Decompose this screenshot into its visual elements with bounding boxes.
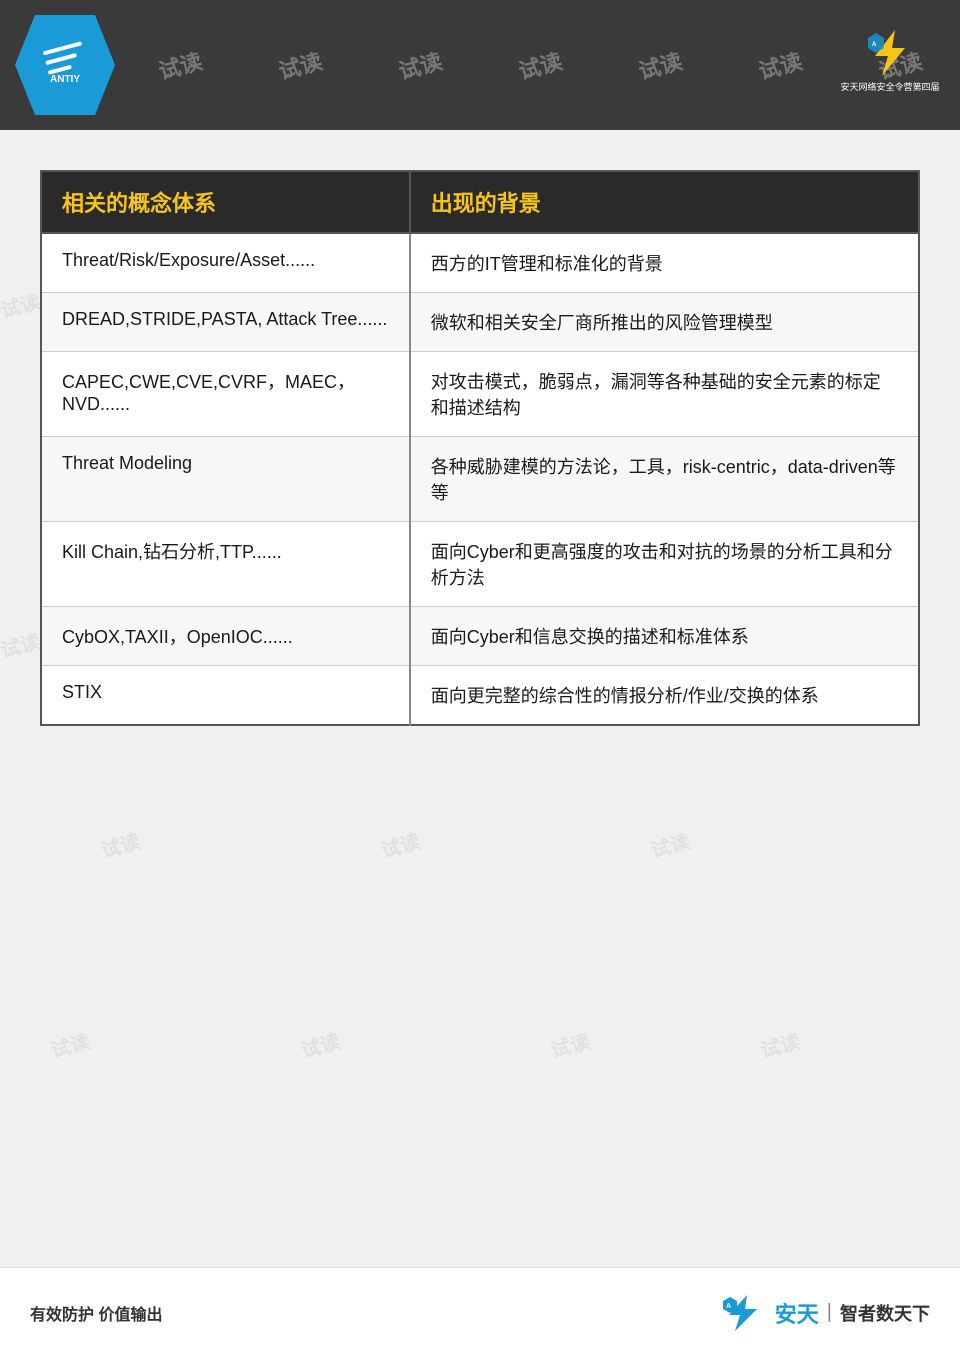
logo-lines — [43, 41, 88, 75]
main-wm-18: 试读 — [97, 825, 143, 863]
table-cell-col1-1: DREAD,STRIDE,PASTA, Attack Tree...... — [41, 293, 410, 352]
table-cell-col2-0: 西方的IT管理和标准化的背景 — [410, 233, 919, 293]
main-wm-24: 试读 — [757, 1025, 803, 1063]
table-row: Threat Modeling各种威胁建模的方法论，工具，risk-centri… — [41, 437, 919, 522]
watermark-4: 试读 — [515, 44, 566, 86]
table-cell-col2-3: 各种威胁建模的方法论，工具，risk-centric，data-driven等等 — [410, 437, 919, 522]
main-wm-23: 试读 — [547, 1025, 593, 1063]
concept-table: 相关的概念体系 出现的背景 Threat/Risk/Exposure/Asset… — [40, 170, 920, 726]
footer-right: A 安天 | 智者数天下 — [717, 1293, 930, 1333]
footer-logo-main: 安天 — [775, 1297, 819, 1329]
right-logo-text: 安天网络安全令营第四届 — [840, 80, 939, 93]
table-row: Kill Chain,钻石分析,TTP......面向Cyber和更高强度的攻击… — [41, 522, 919, 607]
svg-text:A: A — [872, 42, 877, 48]
table-cell-col1-5: CybOX,TAXII，OpenIOC...... — [41, 607, 410, 666]
header-right-logo: A 安天网络安全令营第四届 — [835, 10, 945, 110]
table-cell-col2-2: 对攻击模式，脆弱点，漏洞等各种基础的安全元素的标定和描述结构 — [410, 352, 919, 437]
main-wm-19: 试读 — [377, 825, 423, 863]
table-cell-col1-0: Threat/Risk/Exposure/Asset...... — [41, 233, 410, 293]
header-watermarks: 试读 试读 试读 试读 试读 试读 试读 — [0, 0, 960, 130]
watermark-2: 试读 — [275, 44, 326, 86]
table-cell-col1-2: CAPEC,CWE,CVE,CVRF，MAEC，NVD...... — [41, 352, 410, 437]
right-logo-icon: A — [860, 28, 920, 78]
table-cell-col2-6: 面向更完整的综合性的情报分析/作业/交换的体系 — [410, 666, 919, 726]
footer-separator: | — [827, 1301, 832, 1324]
header: ANTIY 试读 试读 试读 试读 试读 试读 试读 A 安天网络安全令营第四届 — [0, 0, 960, 130]
main-wm-5: 试读 — [0, 285, 43, 323]
table-cell-col2-5: 面向Cyber和信息交换的描述和标准体系 — [410, 607, 919, 666]
table-row: STIX面向更完整的综合性的情报分析/作业/交换的体系 — [41, 666, 919, 726]
col2-header: 出现的背景 — [410, 171, 919, 233]
table-row: CAPEC,CWE,CVE,CVRF，MAEC，NVD......对攻击模式，脆… — [41, 352, 919, 437]
table-row: Threat/Risk/Exposure/Asset......西方的IT管理和… — [41, 233, 919, 293]
footer-left-text: 有效防护 价值输出 — [30, 1301, 162, 1325]
main-wm-22: 试读 — [297, 1025, 343, 1063]
logo-text: ANTIY — [50, 74, 80, 85]
main-content: 试读 试读 试读 试读 试读 试读 试读 试读 试读 试读 试读 试读 试读 试… — [0, 130, 960, 746]
watermark-3: 试读 — [395, 44, 446, 86]
watermark-5: 试读 — [635, 44, 686, 86]
main-wm-14: 试读 — [0, 625, 43, 663]
footer-lightning-icon: A — [717, 1293, 767, 1333]
watermark-1: 试读 — [155, 44, 206, 86]
table-cell-col2-1: 微软和相关安全厂商所推出的风险管理模型 — [410, 293, 919, 352]
table-cell-col1-6: STIX — [41, 666, 410, 726]
watermark-6: 试读 — [755, 44, 806, 86]
table-row: CybOX,TAXII，OpenIOC......面向Cyber和信息交换的描述… — [41, 607, 919, 666]
svg-text:A: A — [726, 1303, 731, 1310]
main-wm-21: 试读 — [47, 1025, 93, 1063]
table-cell-col1-4: Kill Chain,钻石分析,TTP...... — [41, 522, 410, 607]
table-cell-col1-3: Threat Modeling — [41, 437, 410, 522]
table-cell-col2-4: 面向Cyber和更高强度的攻击和对抗的场景的分析工具和分析方法 — [410, 522, 919, 607]
table-row: DREAD,STRIDE,PASTA, Attack Tree......微软和… — [41, 293, 919, 352]
logo-line-1 — [43, 41, 83, 55]
col1-header: 相关的概念体系 — [41, 171, 410, 233]
logo-line-2 — [45, 52, 77, 64]
main-wm-20: 试读 — [647, 825, 693, 863]
header-logo: ANTIY — [15, 15, 115, 115]
footer: 有效防护 价值输出 A 安天 | 智者数天下 — [0, 1267, 960, 1357]
footer-logo-sub: 智者数天下 — [840, 1300, 930, 1326]
